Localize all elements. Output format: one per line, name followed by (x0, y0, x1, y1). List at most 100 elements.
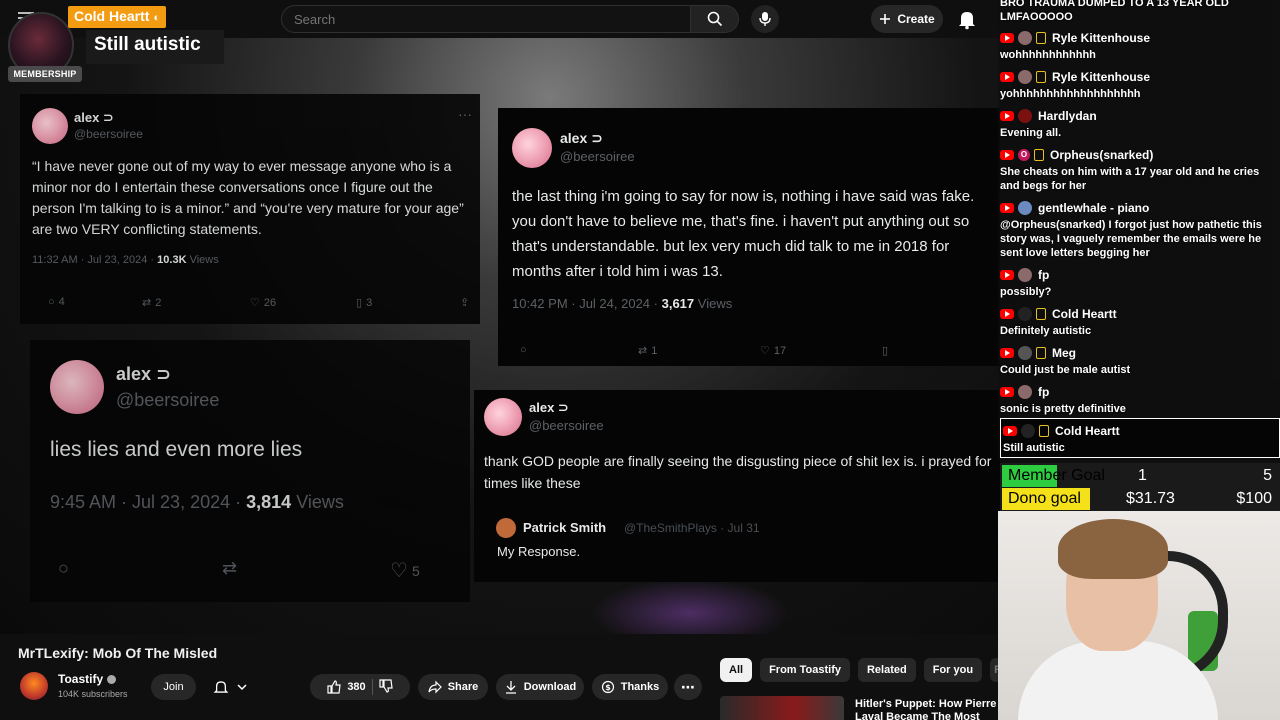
tweet-card: alex ⊃ @beersoiree the last thing i'm go… (498, 108, 1000, 366)
recommendation-filter-chips: All From Toastify Related For you R (720, 658, 1011, 682)
voice-search-button[interactable] (751, 5, 779, 33)
chat-text: sonic is pretty definitive (1000, 403, 1126, 415)
search-input[interactable] (281, 5, 691, 33)
tweet-time: 10:42 PM · Jul 24, 2024 · (512, 296, 658, 311)
tweet-text: “I have never gone out of my way to ever… (32, 158, 464, 237)
tweet-author-handle: @beersoiree (74, 127, 143, 141)
chip-related[interactable]: Related (857, 658, 916, 682)
live-chat-overlay: BRO TRAUMA DUMPED TO A 13 YEAR OLD LMFAO… (998, 0, 1280, 460)
youtube-icon (1000, 111, 1014, 121)
dono-goal: Dono goal $31.73 $100 (1002, 488, 1278, 510)
like-count: 17 (773, 344, 787, 357)
streamer-hair (1058, 519, 1168, 579)
divider (371, 679, 373, 695)
youtube-icon (1000, 150, 1014, 160)
chat-text: Could just be male autist (1000, 364, 1131, 376)
dono-goal-current: $31.73 (1126, 490, 1175, 507)
recommended-video-title[interactable]: Hitler's Puppet: How Pierre Laval Became… (855, 698, 1000, 720)
tweet-author-handle: @beersoiree (116, 390, 220, 410)
youtube-icon (1000, 33, 1014, 43)
chat-text: Definitely autistic (1000, 325, 1092, 337)
chat-avatar (1018, 385, 1032, 399)
youtube-watch-page: Create alex ⊃ @beersoiree ··· “I have ne… (0, 0, 1280, 720)
chat-text: Evening all. (1000, 127, 1062, 139)
channel-avatar[interactable] (20, 672, 48, 700)
bookmark-count: 3 (366, 296, 373, 309)
retweet-icon: ⇄ (638, 345, 648, 357)
channel-name[interactable]: Toastify (58, 672, 117, 686)
share-tweet-icon: ⇪ (460, 297, 470, 309)
chat-message: Meg Could just be male autist (1000, 345, 1278, 377)
bookmark-icon: ▯ (882, 345, 889, 357)
tweet-text: thank GOD people are finally seeing the … (484, 453, 992, 491)
chat-text: possibly? (1000, 286, 1052, 298)
chip-from-toastify[interactable]: From Toastify (760, 658, 850, 682)
chat-author: fp (1038, 385, 1050, 399)
join-button[interactable]: Join (151, 674, 196, 700)
reply-count: 4 (58, 296, 65, 308)
tweet-meta: 11:32 AM · Jul 23, 2024 · 10.3K Views (32, 254, 219, 266)
member-badge-icon (1036, 308, 1046, 320)
chat-author: Ryle Kittenhouse (1052, 31, 1151, 45)
chat-author: Orpheus(snarked) (1050, 148, 1154, 162)
share-icon (428, 680, 442, 694)
video-player[interactable]: alex ⊃ @beersoiree ··· “I have never gon… (0, 38, 1000, 634)
tweet-time: 9:45 AM · Jul 23, 2024 · (50, 492, 242, 512)
more-actions-button[interactable]: ⋯ (674, 674, 702, 700)
like-action: ♡ 26 (250, 296, 276, 310)
thumbs-up-icon (327, 680, 341, 694)
chat-message: gentlewhale - piano @Orpheus(snarked) I … (1000, 200, 1278, 260)
dono-goal-label: Dono goal (1008, 490, 1081, 507)
chat-avatar (1018, 346, 1032, 360)
channel-name-text: Toastify (58, 672, 104, 686)
retweet-action: ⇄ 2 (142, 296, 161, 310)
share-action: ⇪ (460, 296, 469, 309)
chat-author: gentlewhale - piano (1038, 201, 1150, 215)
search-button[interactable] (691, 5, 739, 33)
reply-icon: ○ (520, 344, 527, 356)
chat-message: fp sonic is pretty definitive (1000, 384, 1278, 416)
tweet-views-count: 10.3K (157, 254, 187, 266)
notifications-button[interactable] (956, 8, 978, 30)
chip-all[interactable]: All (720, 658, 753, 682)
tweet-avatar (32, 108, 68, 144)
member-goal-label: Member Goal (1008, 467, 1105, 484)
chat-avatar: O (1018, 149, 1030, 161)
share-label: Share (447, 681, 479, 693)
chat-text: @Orpheus(snarked) I forgot just how path… (1000, 219, 1262, 259)
tweet-author-name: alex ⊃ (74, 110, 114, 125)
youtube-icon (1000, 72, 1014, 82)
chat-avatar (1021, 424, 1035, 438)
create-button[interactable]: Create (871, 5, 943, 33)
chat-text: Still autistic (1003, 442, 1065, 454)
retweet-icon: ⇄ (222, 558, 238, 578)
tweet-views-count: 3,814 (246, 492, 292, 512)
thanks-button[interactable]: $ Thanks (592, 674, 668, 700)
recommended-video-thumbnail[interactable] (720, 696, 844, 720)
video-glow (590, 578, 790, 634)
youtube-icon (1000, 348, 1014, 358)
verified-icon (107, 675, 117, 685)
tweet-card: alex ⊃ @beersoiree thank GOD people are … (474, 390, 1000, 582)
tweet-text: lies lies and even more lies (50, 438, 303, 461)
chip-for-you[interactable]: For you (923, 658, 983, 682)
like-button[interactable]: 380 (327, 680, 366, 694)
tweet-text: the last thing i'm going to say for now … (512, 188, 975, 280)
subscription-bell-button[interactable] (204, 674, 256, 700)
member-name: Cold Heartt ◐ (68, 6, 166, 28)
thanks-label: Thanks (620, 681, 660, 693)
bookmark-action: ▯ 3 (356, 296, 373, 310)
chat-author: fp (1038, 268, 1050, 282)
youtube-icon (1003, 426, 1017, 436)
heart-icon: ♡ (390, 560, 408, 582)
member-badge-icon (1036, 347, 1046, 359)
share-button[interactable]: Share (418, 674, 488, 700)
bookmark-icon: ▯ (356, 297, 363, 309)
download-button[interactable]: Download (496, 674, 584, 700)
tweet-views-label: Views (189, 254, 219, 266)
quote-text: My Response. (497, 544, 581, 559)
dislike-button[interactable] (379, 678, 393, 696)
plus-icon (880, 14, 891, 24)
reply-action: ○ 4 (48, 296, 65, 308)
reply-action: ○ (58, 558, 69, 579)
